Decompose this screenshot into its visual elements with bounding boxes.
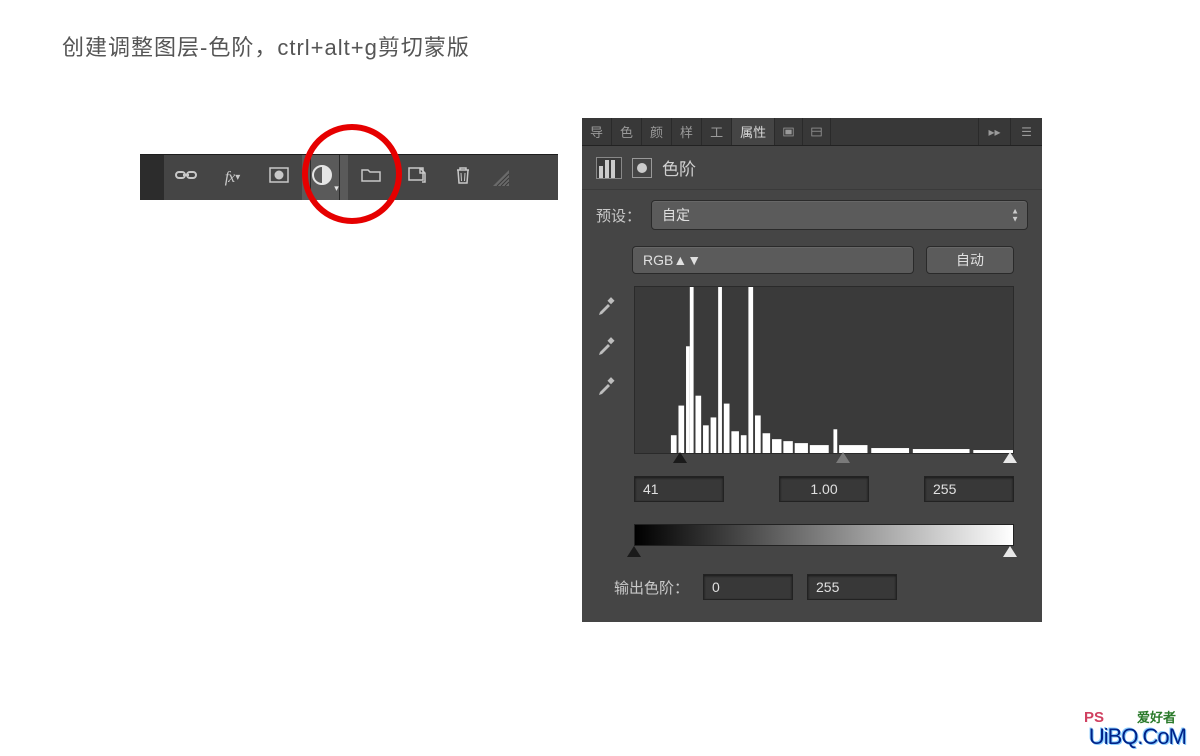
eyedropper-icon xyxy=(596,374,618,396)
output-white-field[interactable]: 255 xyxy=(807,574,897,600)
output-label: 输出色阶： xyxy=(614,577,689,598)
tab-tools[interactable]: 工 xyxy=(702,118,732,145)
dropdown-indicator-icon: ▾ xyxy=(235,172,239,183)
output-black-field[interactable]: 0 xyxy=(703,574,793,600)
histogram-display xyxy=(634,286,1014,454)
dropdown-indicator-icon: ▾ xyxy=(334,183,339,200)
dropdown-arrows-icon: ▲▼ xyxy=(1011,208,1019,223)
eyedropper-icon xyxy=(596,334,618,356)
input-mid-field[interactable]: 1.00 xyxy=(779,476,869,502)
folder-icon xyxy=(361,167,381,188)
white-point-slider[interactable] xyxy=(1003,452,1017,463)
black-point-slider[interactable] xyxy=(673,452,687,463)
tab-icon-1[interactable] xyxy=(775,118,803,145)
panel-expand-button[interactable]: ▸▸ xyxy=(978,118,1010,145)
preset-value: 自定 xyxy=(662,205,690,225)
tab-swatches[interactable]: 颜 xyxy=(642,118,672,145)
fx-icon: fx xyxy=(225,169,235,187)
black-point-eyedropper[interactable] xyxy=(596,294,618,316)
tab-properties[interactable]: 属性 xyxy=(732,118,775,145)
adjustment-title: 色阶 xyxy=(662,155,696,180)
add-mask-button[interactable] xyxy=(256,155,302,200)
toolbar-corner xyxy=(486,155,516,200)
levels-type-icon xyxy=(596,157,622,179)
tab-color[interactable]: 色 xyxy=(612,118,642,145)
new-group-button[interactable] xyxy=(348,155,394,200)
delete-layer-button[interactable] xyxy=(440,155,486,200)
channel-value: RGB xyxy=(643,252,673,268)
midtone-slider[interactable] xyxy=(836,452,850,463)
new-layer-icon xyxy=(407,166,427,189)
expand-icon: ▸▸ xyxy=(988,125,1000,139)
adjustment-layer-icon xyxy=(311,164,333,191)
channel-row: RGB ▲▼ 自动 xyxy=(582,240,1042,280)
new-adjustment-layer-button[interactable]: ▾ xyxy=(302,155,348,200)
preset-row: 预设： 自定 ▲▼ xyxy=(582,190,1042,240)
gray-point-eyedropper[interactable] xyxy=(596,334,618,356)
dropdown-arrows-icon: ▲▼ xyxy=(673,252,701,268)
toolbar-cap xyxy=(140,155,164,200)
tab-styles[interactable]: 样 xyxy=(672,118,702,145)
output-black-slider[interactable] xyxy=(627,546,641,557)
channel-dropdown[interactable]: RGB ▲▼ xyxy=(632,246,914,274)
panel-tabstrip: 导 色 颜 样 工 属性 ▸▸ ☰ xyxy=(582,118,1042,146)
eyedropper-icon xyxy=(596,294,618,316)
input-black-field[interactable]: 41 xyxy=(634,476,724,502)
input-levels-row: 41 1.00 255 xyxy=(582,470,1042,508)
page-title: 创建调整图层-色阶，ctrl+alt+g剪切蒙版 xyxy=(62,30,470,62)
preset-dropdown[interactable]: 自定 ▲▼ xyxy=(651,200,1028,230)
eyedropper-column xyxy=(596,286,626,454)
preset-label: 预设： xyxy=(596,205,641,226)
panel-icon xyxy=(783,126,794,138)
new-layer-button[interactable] xyxy=(394,155,440,200)
auto-button[interactable]: 自动 xyxy=(926,246,1014,274)
mask-icon xyxy=(269,167,289,188)
properties-panel: 导 色 颜 样 工 属性 ▸▸ ☰ 色阶 预设： 自定 ▲▼ RGB ▲▼ 自动 xyxy=(582,118,1042,622)
menu-icon: ☰ xyxy=(1021,125,1032,139)
properties-header: 色阶 xyxy=(582,146,1042,190)
tab-nav[interactable]: 导 xyxy=(582,118,612,145)
output-gradient xyxy=(634,524,1014,546)
watermark-url: UiBQ.CoM xyxy=(1089,724,1186,750)
input-slider-track[interactable] xyxy=(634,454,1014,470)
output-levels-row: 输出色阶： 0 255 xyxy=(582,564,1042,622)
layer-effects-button[interactable]: fx▾ xyxy=(208,155,256,200)
panel-icon xyxy=(811,126,822,138)
output-slider-track[interactable] xyxy=(634,548,1014,564)
trash-icon xyxy=(454,165,472,190)
histogram-area xyxy=(582,280,1042,454)
input-white-field[interactable]: 255 xyxy=(924,476,1014,502)
white-point-eyedropper[interactable] xyxy=(596,374,618,396)
panel-menu-button[interactable]: ☰ xyxy=(1010,118,1042,145)
tab-icon-2[interactable] xyxy=(803,118,831,145)
layer-toolbar: fx▾ ▾ xyxy=(140,154,558,200)
link-icon xyxy=(175,168,197,187)
histogram-chart xyxy=(635,287,1013,453)
layer-mask-thumb[interactable] xyxy=(632,158,652,178)
output-white-slider[interactable] xyxy=(1003,546,1017,557)
link-layers-button[interactable] xyxy=(164,155,208,200)
